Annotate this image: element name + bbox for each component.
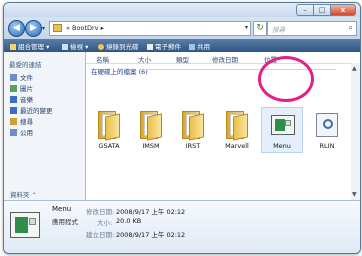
nav-item-public[interactable]: 公用 xyxy=(10,127,33,137)
file-list-pane: 名稱 大小 類型 修改日期 位置 在硬碟上的檔案 (6) GSATA IMSM … xyxy=(86,52,360,200)
scroll-down-icon[interactable]: ▼ xyxy=(352,191,357,198)
public-icon xyxy=(10,129,17,136)
organize-menu[interactable]: 組合管理 ▾ xyxy=(10,41,49,51)
burn-button[interactable]: 燒錄到光碟 xyxy=(98,41,139,51)
file-item-label: IMSM xyxy=(142,142,160,150)
share-button[interactable]: 共用 xyxy=(189,41,210,51)
navigation-pane: 最愛的連結 文件 圖片 音樂 最近的變更 搜尋 公用 資料夾 ⌃ xyxy=(4,52,86,200)
folder-icon xyxy=(98,111,120,141)
column-type[interactable]: 類型 xyxy=(176,54,189,64)
forward-button[interactable]: ▶ xyxy=(25,20,42,37)
back-button[interactable]: ◀ xyxy=(8,20,25,37)
nav-item-label: 最近的變更 xyxy=(20,107,53,115)
burn-disc-icon xyxy=(98,44,104,50)
nav-item-music[interactable]: 音樂 xyxy=(10,94,33,104)
folders-label: 資料夾 xyxy=(10,191,30,199)
details-pane: Menu 應用程式 修改日期: 2008/9/17 上午 02:12 大小: 2… xyxy=(4,200,360,253)
close-button[interactable]: x xyxy=(330,4,356,16)
folder-icon xyxy=(53,24,62,32)
views-menu[interactable]: 檢視 ▾ xyxy=(62,41,88,51)
nav-item-pictures[interactable]: 圖片 xyxy=(10,83,33,93)
email-icon xyxy=(147,44,153,50)
share-label: 共用 xyxy=(197,43,210,51)
nav-item-label: 圖片 xyxy=(20,85,33,93)
highlight-circle xyxy=(258,56,314,102)
details-created-value: 2008/9/17 上午 02:12 xyxy=(116,231,186,239)
file-item-label: Menu xyxy=(273,142,291,150)
column-name[interactable]: 名稱 xyxy=(96,54,109,64)
column-date-modified[interactable]: 修改日期 xyxy=(212,54,238,64)
documents-icon xyxy=(10,74,17,81)
burn-label: 燒錄到光碟 xyxy=(106,43,139,51)
breadcrumb[interactable]: « BootDrv ▸ xyxy=(66,24,104,32)
share-icon xyxy=(189,44,195,50)
address-dropdown[interactable]: ▾ xyxy=(245,24,248,31)
details-size-value: 20.0 KB xyxy=(116,217,142,225)
group-header[interactable]: 在硬碟上的檔案 (6) xyxy=(91,66,148,76)
file-item-label: GSATA xyxy=(98,142,120,150)
application-icon xyxy=(271,115,295,135)
address-bar[interactable]: « BootDrv ▸ ▾ xyxy=(49,21,251,36)
command-bar: 組合管理 ▾ 檢視 ▾ 燒錄到光碟 電子郵件 共用 xyxy=(4,39,360,52)
column-headers: 名稱 大小 類型 修改日期 位置 xyxy=(86,52,360,64)
file-item-label: RLIN xyxy=(319,142,335,150)
column-size[interactable]: 大小 xyxy=(138,54,151,64)
nav-item-label: 搜尋 xyxy=(20,118,33,126)
nav-item-label: 文件 xyxy=(20,74,33,82)
application-icon xyxy=(10,212,40,238)
explorer-window: – □ x ◀ ▶ ▾ « BootDrv ▸ ▾ ↻ 搜尋 ⌕ 組合管理 ▾ … xyxy=(3,2,361,254)
search-box[interactable]: 搜尋 ⌕ xyxy=(267,21,357,36)
details-modified-label: 修改日期: xyxy=(86,208,115,216)
organize-icon xyxy=(10,44,16,50)
document-search-icon xyxy=(316,113,338,137)
search-icon[interactable]: ⌕ xyxy=(349,23,353,33)
details-file-type: 應用程式 xyxy=(52,218,78,226)
pictures-icon xyxy=(10,85,17,92)
file-item-label: Marvell xyxy=(225,142,249,150)
details-modified-value: 2008/9/17 上午 02:12 xyxy=(116,208,186,216)
details-size-label: 大小: xyxy=(97,219,113,227)
email-button[interactable]: 電子郵件 xyxy=(147,41,181,51)
nav-item-label: 音樂 xyxy=(20,96,33,104)
recent-changes-icon xyxy=(10,107,17,114)
views-icon xyxy=(62,44,68,50)
details-file-name: Menu xyxy=(52,205,72,213)
vertical-scrollbar[interactable]: ▲ ▼ xyxy=(351,63,360,200)
folder-icon xyxy=(226,111,248,141)
nav-item-recent-changes[interactable]: 最近的變更 xyxy=(10,105,53,115)
organize-label: 組合管理 ▾ xyxy=(18,43,50,51)
favorite-links-title: 最愛的連結 xyxy=(9,61,42,69)
nav-item-documents[interactable]: 文件 xyxy=(10,72,33,82)
scroll-up-icon[interactable]: ▲ xyxy=(352,65,357,72)
file-item-label: IRST xyxy=(185,142,201,150)
views-label: 檢視 ▾ xyxy=(70,43,89,51)
search-placeholder: 搜尋 xyxy=(272,26,285,34)
folders-toggle[interactable]: 資料夾 ⌃ xyxy=(10,189,37,199)
nav-item-label: 公用 xyxy=(20,129,33,137)
nav-item-searches[interactable]: 搜尋 xyxy=(10,116,33,126)
window-controls: – □ x xyxy=(296,4,356,16)
minimize-button[interactable]: – xyxy=(296,4,313,16)
maximize-button[interactable]: □ xyxy=(313,4,330,16)
searches-icon xyxy=(10,118,17,125)
folder-icon xyxy=(182,111,204,141)
chevron-up-icon: ⌃ xyxy=(31,192,37,199)
details-created-label: 建立日期: xyxy=(86,231,115,239)
refresh-button[interactable]: ↻ xyxy=(253,21,267,36)
folder-icon xyxy=(140,111,162,141)
address-row: ◀ ▶ ▾ « BootDrv ▸ ▾ ↻ 搜尋 ⌕ xyxy=(4,17,360,39)
recent-pages-dropdown[interactable]: ▾ xyxy=(42,25,45,32)
title-bar: – □ x xyxy=(4,3,360,17)
email-label: 電子郵件 xyxy=(155,43,181,51)
music-icon xyxy=(10,96,17,103)
